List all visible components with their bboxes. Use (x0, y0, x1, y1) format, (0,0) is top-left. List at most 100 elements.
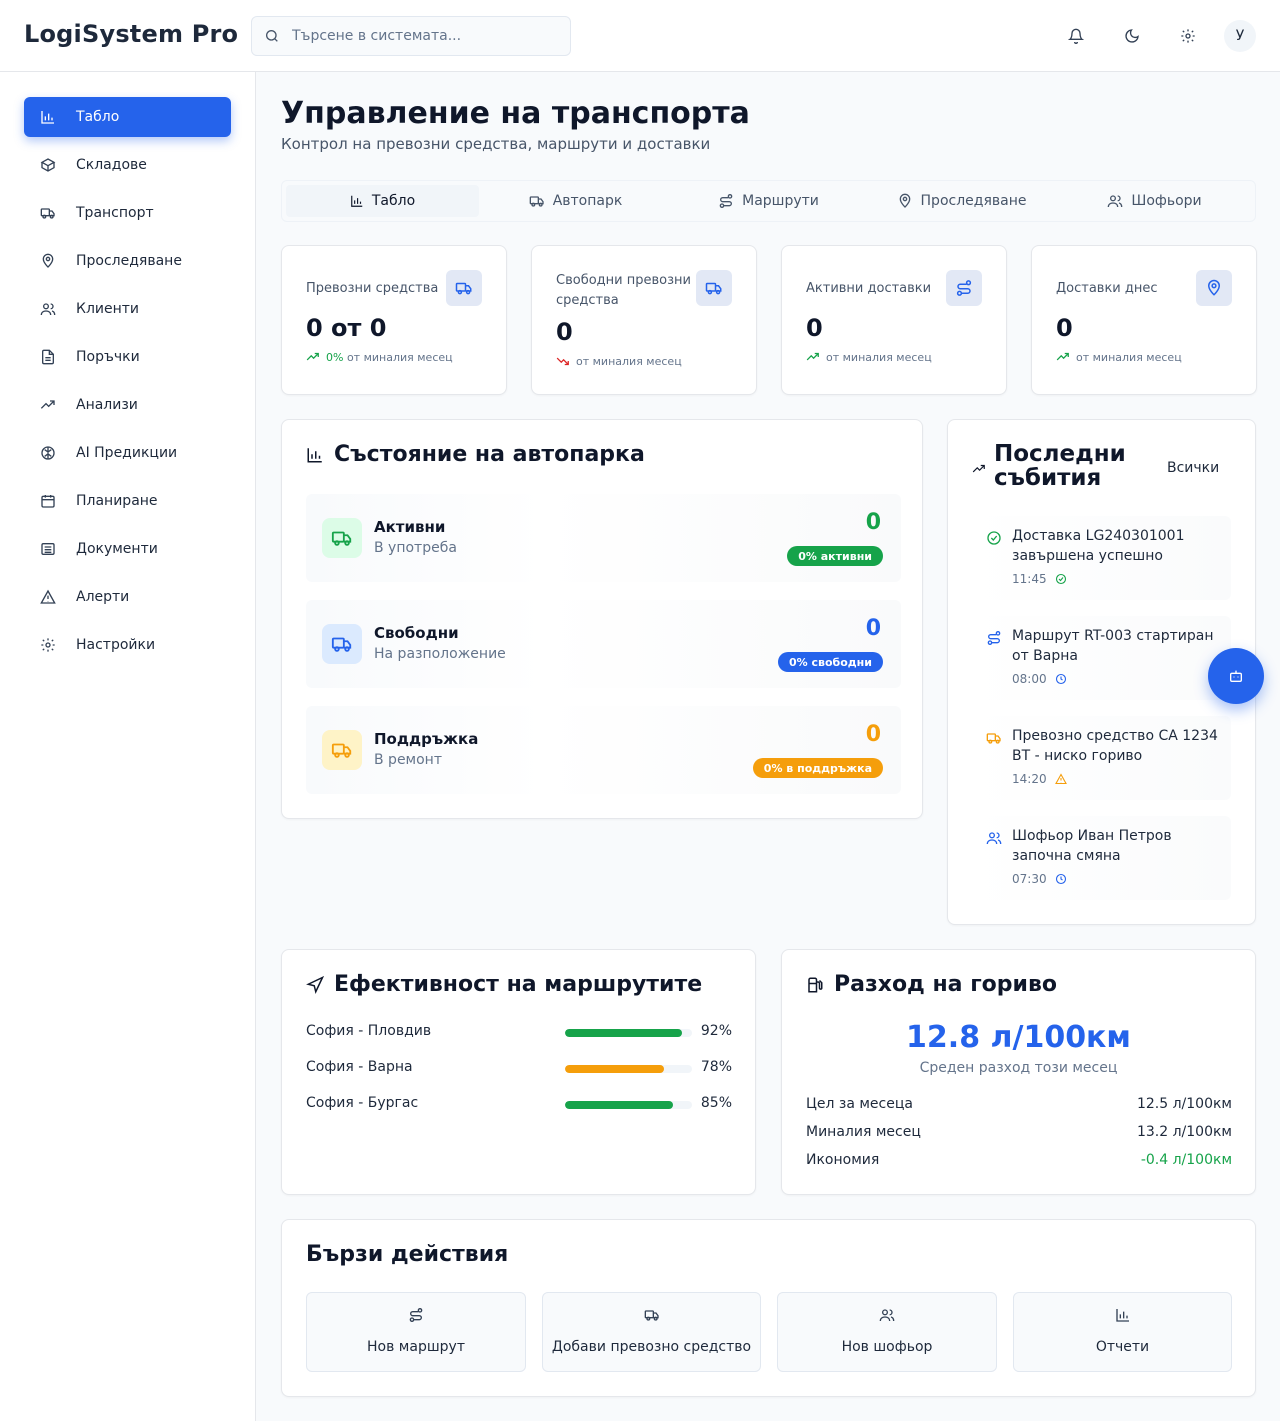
reports-button[interactable]: Отчети (1013, 1292, 1232, 1372)
fuel-consumption-card: Разход на гориво 12.8 л/100км Среден раз… (781, 949, 1256, 1195)
map-pin-icon (1207, 279, 1221, 296)
new-route-button[interactable]: Нов маршрут (306, 1292, 526, 1372)
fuel-row-label: Икономия (806, 1152, 880, 1168)
gear-icon (41, 638, 55, 652)
stat-trend-text: от миналия месец (346, 350, 453, 364)
fleet-row-active[interactable]: Активни В употреба 0 0% активни (306, 494, 901, 582)
tab-fleet[interactable]: Автопарк (479, 185, 672, 217)
truck-icon (40, 208, 55, 219)
sidebar-item-planning[interactable]: Планиране (24, 481, 231, 521)
fuel-row-label: Миналия месец (806, 1124, 921, 1140)
stat-icon-box (696, 270, 732, 306)
trending-up-icon (972, 464, 985, 473)
trending-up-icon (806, 352, 819, 361)
truck-icon (331, 637, 352, 652)
fleet-row-badge: 0% в поддръжка (752, 758, 883, 778)
sidebar-item-ai-predictions[interactable]: AI Предикции (24, 433, 231, 473)
truck-icon (529, 196, 544, 207)
users-icon (1108, 195, 1123, 208)
fuel-row: Цел за месеца 12.5 л/100км (806, 1096, 1232, 1112)
notifications-button[interactable] (1062, 22, 1090, 50)
sidebar-item-transport[interactable]: Транспорт (24, 193, 231, 233)
fuel-row-value: 13.2 л/100км (1136, 1124, 1232, 1140)
stat-trend-text: от миналия месец (826, 350, 932, 364)
route-icon (719, 194, 733, 208)
route-percent: 85% (700, 1095, 732, 1111)
event-item[interactable]: Доставка LG240301001 завършена успешно 1… (972, 516, 1231, 600)
fuel-icon (808, 977, 823, 992)
sidebar-item-settings[interactable]: Настройки (24, 625, 231, 665)
clock-icon (1055, 673, 1066, 685)
stat-label: Доставки днес (1056, 281, 1158, 296)
sidebar-item-label: Документи (76, 541, 158, 557)
sidebar-item-warehouses[interactable]: Складове (24, 145, 231, 185)
event-text: Превозно средство CA 1234 BT - ниско гор… (1012, 728, 1218, 764)
search-input[interactable] (292, 28, 552, 44)
tab-tracking[interactable]: Проследяване (865, 185, 1058, 217)
users-icon (986, 832, 1002, 845)
quick-actions-title: Бързи действия (306, 1242, 509, 1267)
sidebar-item-clients[interactable]: Клиенти (24, 289, 231, 329)
sidebar-item-analytics[interactable]: Анализи (24, 385, 231, 425)
fleet-row-free[interactable]: Свободни На разположение 0 0% свободни (306, 600, 901, 688)
sidebar-item-alerts[interactable]: Алерти (24, 577, 231, 617)
ai-assistant-button[interactable] (1208, 648, 1264, 704)
add-vehicle-button[interactable]: Добави превозно средство (542, 1292, 761, 1372)
fuel-consumption-title: Разход на гориво (806, 972, 1057, 997)
fleet-row-maintenance[interactable]: Поддръжка В ремонт 0 0% в поддръжка (306, 706, 901, 794)
stat-label: Превозни средства (306, 281, 439, 296)
event-time: 11:45 (1012, 572, 1047, 586)
stat-icon-box (946, 270, 982, 306)
search-box[interactable] (251, 16, 571, 56)
route-efficiency-card: Ефективност на маршрутите София - Пловди… (281, 949, 756, 1195)
route-row: София - Пловдив 92% (306, 1023, 732, 1043)
moon-icon (1125, 29, 1139, 43)
truck-icon (644, 1310, 659, 1321)
route-progress-fill (565, 1065, 665, 1073)
fleet-row-title: Поддръжка (374, 730, 479, 748)
chart-icon (1115, 1309, 1129, 1322)
new-driver-button[interactable]: Нов шофьор (777, 1292, 997, 1372)
event-item[interactable]: Шофьор Иван Петров започна смяна 07:30 (972, 816, 1231, 900)
stat-trend-pct: 0% (326, 350, 344, 364)
fleet-row-icon (322, 730, 362, 770)
alert-triangle-icon (1054, 773, 1067, 785)
sidebar-item-dashboard[interactable]: Табло (24, 97, 231, 137)
route-row: София - Бургас 85% (306, 1095, 732, 1115)
sidebar-item-label: Планиране (76, 493, 158, 509)
sidebar-item-label: Складове (76, 157, 147, 173)
route-efficiency-title: Ефективност на маршрутите (306, 972, 702, 997)
sidebar-item-tracking[interactable]: Проследяване (24, 241, 231, 281)
tab-routes[interactable]: Маршрути (672, 185, 865, 217)
view-all-events-button[interactable]: Всички (1167, 460, 1219, 476)
event-item[interactable]: Маршрут RT-003 стартиран от Варна 08:00 (972, 616, 1231, 700)
user-avatar[interactable]: У (1224, 20, 1256, 52)
stat-value: 0 (556, 318, 573, 346)
sidebar-item-documents[interactable]: Документи (24, 529, 231, 569)
check-circle-icon (1055, 573, 1066, 585)
recent-events-title: Последни събития (994, 441, 1126, 491)
navigation-icon (306, 975, 324, 994)
event-item[interactable]: Превозно средство CA 1234 BT - ниско гор… (972, 716, 1231, 800)
route-percent: 78% (700, 1059, 732, 1075)
users-icon (879, 1309, 895, 1322)
stat-trend-text: от миналия месец (576, 354, 682, 368)
event-meta: 11:45 (1012, 572, 1067, 586)
stat-label: Свободни превозни средства (556, 273, 691, 308)
app-brand[interactable]: LogiSystem Pro (24, 20, 238, 48)
stat-value: 0 (806, 314, 823, 342)
tab-bar: Табло Автопарк Маршрути Проследяване Шоф… (281, 180, 1256, 222)
event-meta: 07:30 (1012, 872, 1067, 886)
tab-drivers[interactable]: Шофьори (1058, 185, 1251, 217)
sidebar-item-label: Настройки (76, 637, 156, 653)
route-name: София - Варна (306, 1059, 413, 1075)
settings-button[interactable] (1174, 22, 1202, 50)
theme-toggle-button[interactable] (1118, 22, 1146, 50)
calendar-icon (41, 495, 55, 508)
tab-dashboard[interactable]: Табло (286, 185, 479, 217)
stat-icon-box (1196, 270, 1232, 306)
route-percent: 92% (700, 1023, 732, 1039)
sidebar-item-orders[interactable]: Поръчки (24, 337, 231, 377)
map-pin-icon (899, 193, 910, 208)
event-text: Шофьор Иван Петров започна смяна (1012, 828, 1172, 864)
